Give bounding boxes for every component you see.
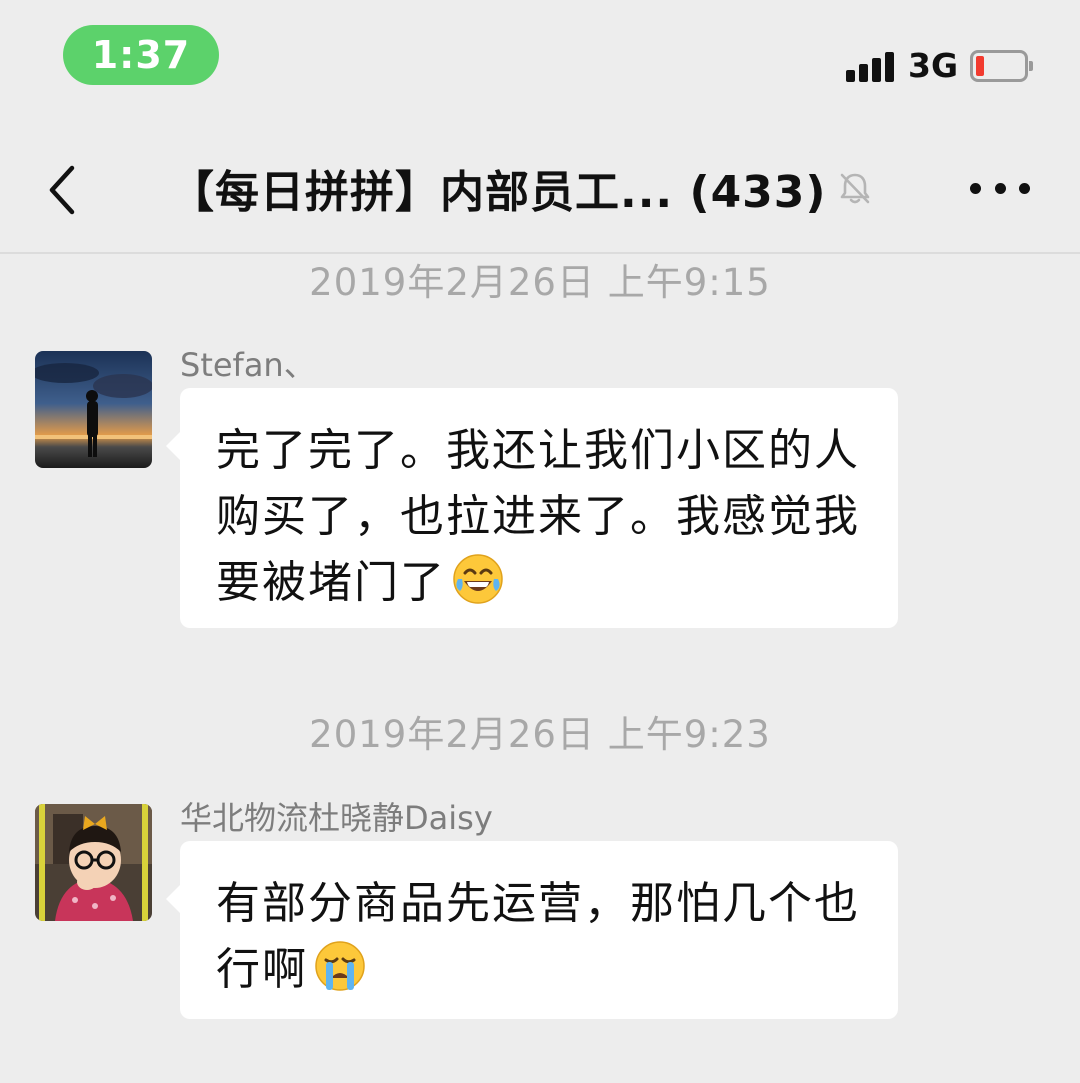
chat-title-group[interactable]: 【每日拼拼】内部员工... (433) — [170, 158, 875, 218]
chat-header: 【每日拼拼】内部员工... (433) — [0, 120, 1080, 254]
crying-emoji — [315, 941, 365, 991]
message-timestamp: 2019年2月26日 上午9:15 — [309, 261, 771, 304]
avatar[interactable] — [35, 351, 152, 468]
avatar[interactable] — [35, 804, 152, 921]
avatar-image-sunset — [35, 351, 152, 468]
avatar-image-child — [35, 804, 152, 921]
chat-title: 【每日拼拼】内部员工... (433) — [170, 167, 827, 218]
tears-of-joy-emoji — [453, 554, 503, 604]
message-timestamp: 2019年2月26日 上午9:23 — [309, 713, 771, 756]
battery-icon — [970, 50, 1033, 82]
network-type: 3G — [908, 46, 959, 85]
more-options-button[interactable] — [970, 178, 1030, 198]
sender-name: 华北物流杜晓静Daisy — [180, 799, 493, 837]
message-bubble[interactable]: 有部分商品先运营，那怕几个也行啊 — [166, 841, 898, 1019]
sender-name: Stefan、 — [180, 346, 316, 384]
more-dots-icon — [970, 182, 981, 194]
bell-muted-icon — [840, 173, 869, 204]
status-bar: 1:37 3G — [0, 0, 1080, 110]
chevron-left-icon — [49, 165, 75, 215]
back-button[interactable] — [40, 160, 90, 220]
message-text: 完了完了。我还让我们小区的人购买了，也拉进来了。我感觉我要被堵门了 — [216, 425, 860, 608]
cellular-signal-icon — [846, 52, 896, 82]
message-bubble[interactable]: 完了完了。我还让我们小区的人购买了，也拉进来了。我感觉我要被堵门了 — [166, 388, 898, 628]
status-time[interactable]: 1:37 — [63, 25, 219, 85]
